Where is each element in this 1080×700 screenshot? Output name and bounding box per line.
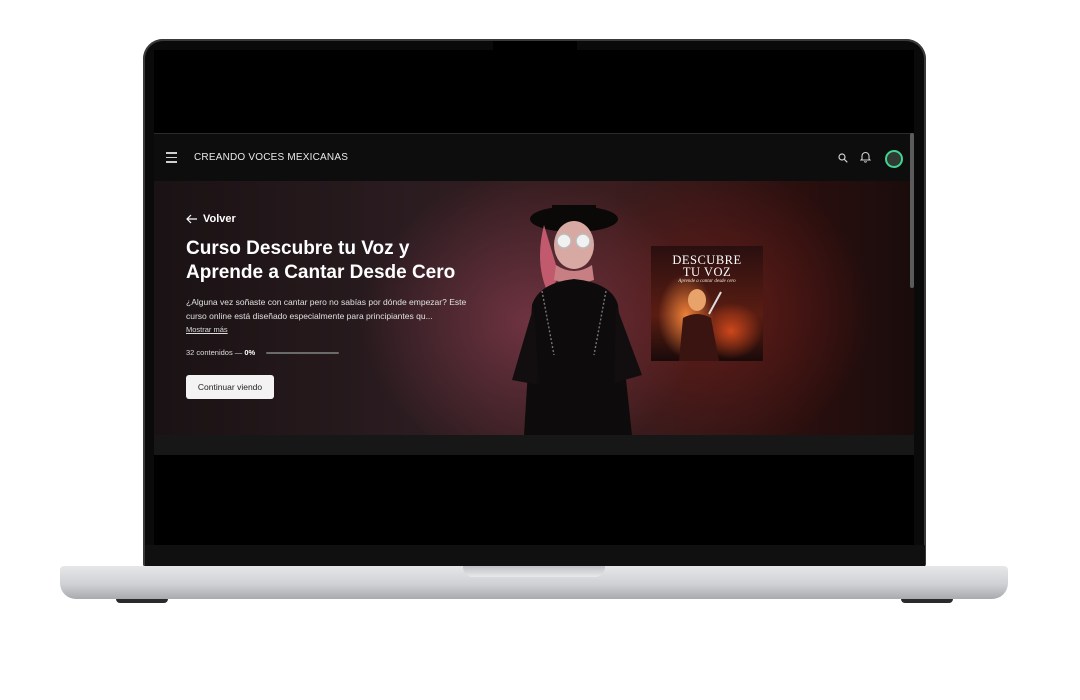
progress-summary: 32 contenidos — 0% (186, 348, 255, 357)
top-navbar: CREANDO VOCES MEXICANAS (154, 133, 914, 182)
back-link[interactable]: Volver (186, 213, 236, 225)
laptop-foot-right (901, 599, 953, 603)
continue-watching-button[interactable]: Continuar viendo (186, 375, 274, 399)
laptop-screen: CREANDO VOCES MEXICANAS Volver Curso Des… (154, 50, 914, 545)
cover-title-line2: TU VOZ (682, 265, 732, 279)
menu-icon[interactable] (166, 152, 177, 163)
brand-name[interactable]: CREANDO VOCES MEXICANAS (194, 152, 348, 163)
contents-count: 32 contenidos — (186, 348, 243, 357)
search-icon[interactable] (838, 153, 848, 163)
avatar[interactable] (885, 150, 903, 168)
singer-image (512, 205, 642, 435)
course-app: CREANDO VOCES MEXICANAS Volver Curso Des… (154, 133, 914, 455)
back-label: Volver (203, 213, 236, 225)
laptop-bottom-bezel (145, 545, 925, 567)
bell-icon[interactable] (860, 151, 871, 163)
scrollbar[interactable] (910, 133, 914, 288)
cover-singer-figure (679, 289, 722, 361)
cover-title: DESCUBRE TU VOZ (651, 254, 763, 279)
show-more-link[interactable]: Mostrar más (186, 325, 228, 334)
arrow-left-icon (186, 214, 197, 224)
hero-footer-strip (154, 435, 914, 455)
progress-bar (266, 352, 339, 354)
progress-percent: 0% (244, 348, 256, 357)
course-title: Curso Descubre tu Voz y Aprende a Cantar… (186, 238, 456, 283)
course-description: ¿Alguna vez soñaste con cantar pero no s… (186, 297, 467, 321)
course-cover-image[interactable]: DESCUBRE TU VOZ Aprende a cantar desde c… (651, 246, 763, 361)
laptop-foot-left (116, 599, 168, 603)
laptop-opening-groove (463, 566, 605, 577)
course-hero: Volver Curso Descubre tu Voz y Aprende a… (154, 181, 914, 435)
